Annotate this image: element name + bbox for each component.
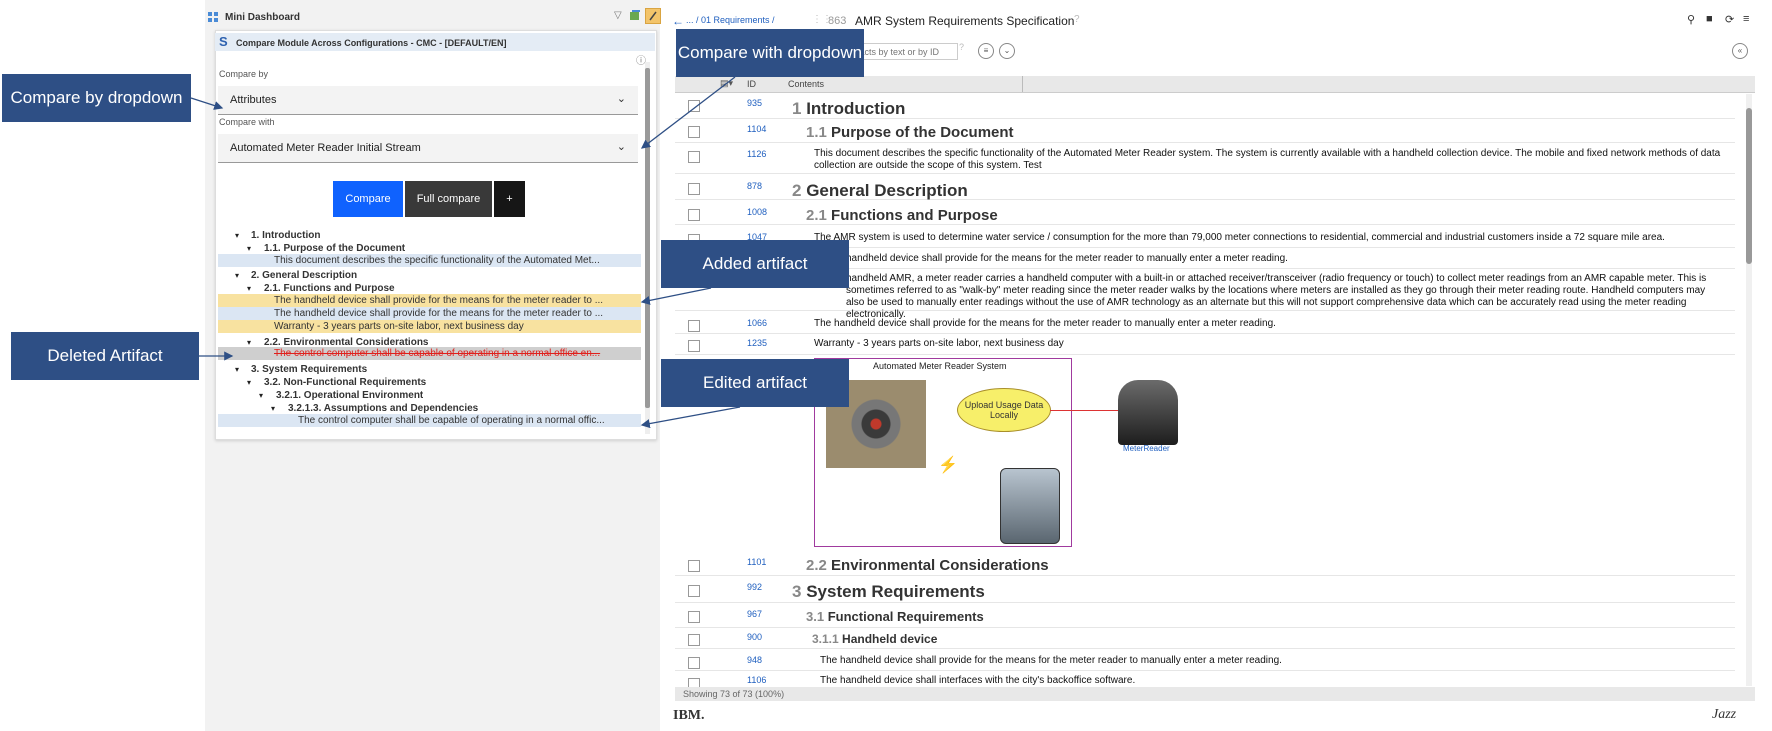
arrow-added <box>640 287 712 305</box>
arrow-edited <box>640 406 741 429</box>
arrow-compare-with <box>640 76 736 149</box>
callout-arrows <box>190 76 741 429</box>
arrow-compare-by <box>190 97 224 110</box>
